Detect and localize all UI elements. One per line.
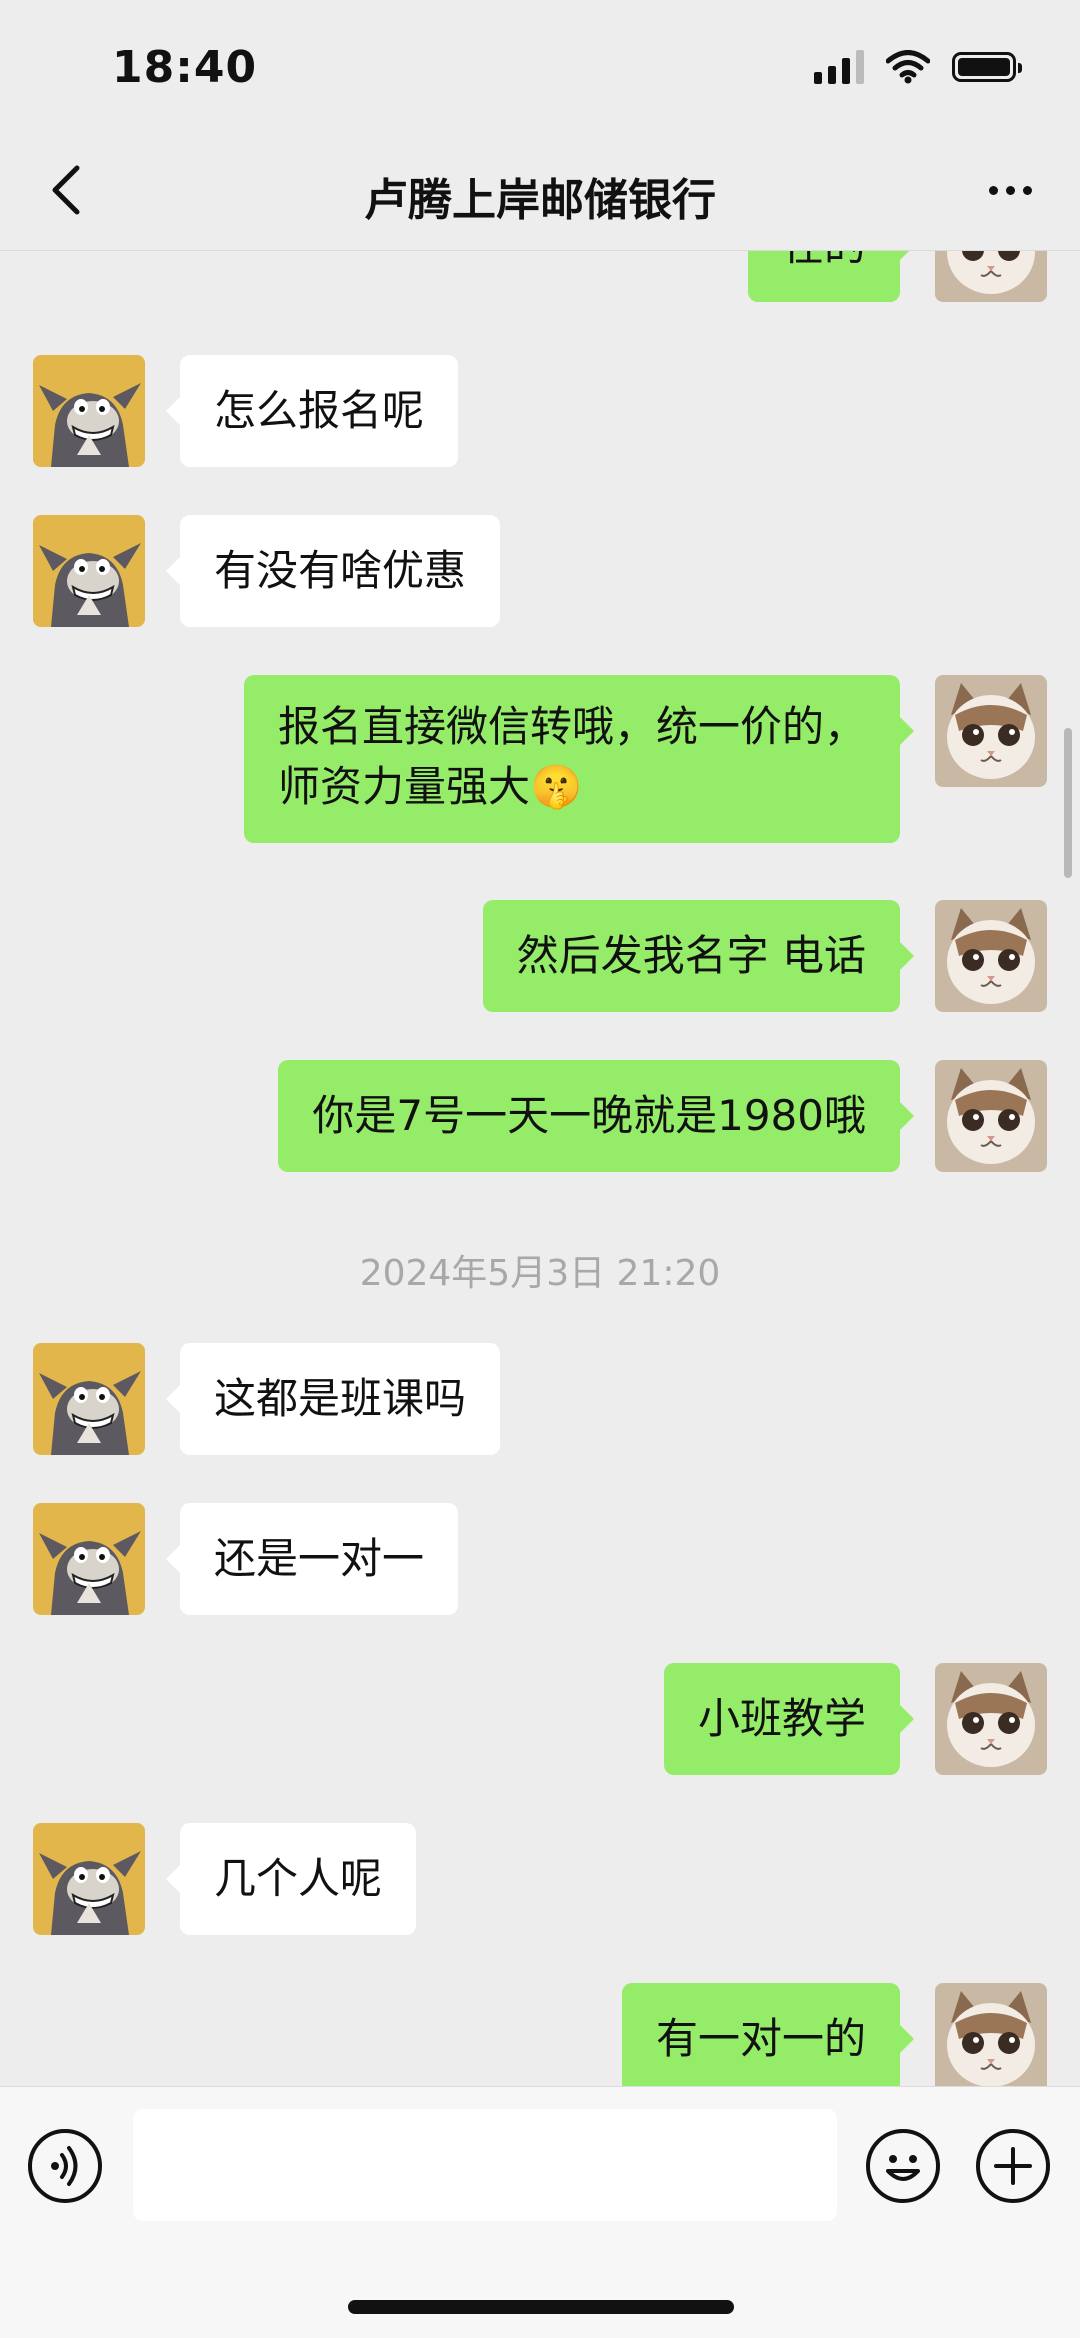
message-timestamp: 2024年5月3日 21:20	[359, 1253, 721, 1294]
wifi-icon	[886, 50, 930, 84]
voice-icon	[51, 2146, 78, 2186]
more-dots-icon	[988, 185, 998, 195]
message-bubble-outgoing[interactable]: 在的	[747, 250, 915, 302]
chat-title: 卢腾上岸邮储银行	[364, 175, 716, 226]
message-bubble-incoming[interactable]: 几个人呢	[165, 1823, 417, 1935]
message-bubble-outgoing[interactable]: 小班教学	[663, 1663, 915, 1775]
message-input[interactable]	[133, 2109, 837, 2221]
kitten-avatar[interactable]	[935, 675, 1047, 787]
message-bubble-incoming[interactable]: 怎么报名呢	[165, 355, 459, 467]
kitten-avatar[interactable]	[935, 1663, 1047, 1775]
tom-cat-avatar[interactable]	[33, 515, 145, 627]
kitten-avatar[interactable]	[935, 1060, 1047, 1172]
message-bubble-outgoing[interactable]: 然后发我名字 电话	[482, 900, 915, 1012]
status-icons	[814, 50, 1022, 84]
tom-cat-avatar[interactable]	[33, 1343, 145, 1455]
plus-icon	[994, 2147, 1032, 2185]
status-time: 18:40	[112, 42, 258, 93]
tom-cat-avatar[interactable]	[33, 355, 145, 467]
tom-cat-avatar[interactable]	[33, 1503, 145, 1615]
scrollbar[interactable]	[1064, 728, 1072, 878]
message-bubble-outgoing[interactable]: 有一对一的	[621, 1983, 915, 2086]
emoji-button[interactable]	[866, 2129, 940, 2203]
emoji-icon	[886, 2155, 920, 2181]
voice-button[interactable]	[28, 2129, 102, 2203]
message-bubble-incoming[interactable]: 还是一对一	[165, 1503, 459, 1615]
battery-icon	[952, 52, 1022, 82]
kitten-avatar[interactable]	[935, 900, 1047, 1012]
message-bubble-outgoing[interactable]: 报名直接微信转哦，统一价的， 师资力量强大🤫	[243, 675, 915, 843]
status-bar: 18:40	[0, 0, 1080, 130]
tom-cat-avatar[interactable]	[33, 1823, 145, 1935]
home-indicator[interactable]	[348, 2300, 734, 2314]
more-button[interactable]	[970, 158, 1050, 222]
message-bubble-incoming[interactable]: 有没有啥优惠	[165, 515, 501, 627]
message-bubble-outgoing[interactable]: 你是7号一天一晚就是1980哦	[278, 1060, 914, 1172]
kitten-avatar[interactable]	[935, 250, 1047, 302]
message-bubble-incoming[interactable]: 这都是班课吗	[165, 1343, 501, 1455]
signal-icon	[814, 50, 864, 84]
plus-button[interactable]	[976, 2129, 1050, 2203]
chat-area[interactable]: 在的 怎么报名呢 有没有啥优惠 报名直接微信转哦，统一价的， 师资力量强大🤫 然…	[0, 250, 1080, 2086]
nav-bar: 卢腾上岸邮储银行	[0, 130, 1080, 251]
kitten-avatar[interactable]	[935, 1983, 1047, 2086]
